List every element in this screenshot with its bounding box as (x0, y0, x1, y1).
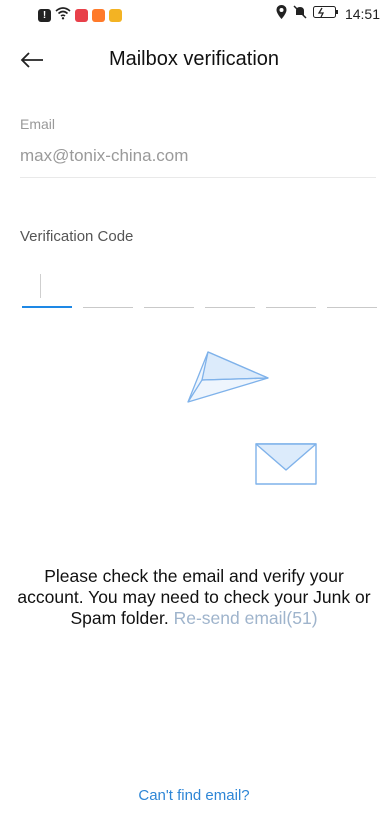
code-digit-3[interactable] (144, 268, 194, 308)
verification-code-label: Verification Code (20, 228, 134, 245)
email-label: Email (20, 116, 56, 132)
location-icon (276, 5, 287, 22)
code-digit-2[interactable] (83, 268, 133, 308)
code-digit-5-underline (266, 307, 316, 308)
resend-email-link[interactable]: Re-send email(51) (174, 608, 318, 628)
status-left-icons: ! (38, 7, 122, 23)
code-digit-4-underline (205, 307, 255, 308)
code-digit-6-underline (327, 307, 377, 308)
code-digit-5[interactable] (266, 268, 316, 308)
cant-find-email-link[interactable]: Can't find email? (0, 787, 388, 804)
status-right-icons: 14:51 (276, 5, 380, 22)
email-value: max@tonix-china.com (20, 146, 189, 165)
verification-message: Please check the email and verify your a… (10, 566, 378, 629)
envelope-icon (255, 443, 317, 485)
email-divider (20, 177, 376, 178)
app-red-icon (75, 8, 88, 22)
app-orange-icon (92, 8, 105, 22)
code-digit-2-underline (83, 307, 133, 308)
code-digit-1-underline (22, 306, 72, 308)
battery-icon (312, 5, 339, 22)
header: Mailbox verification (0, 38, 388, 82)
verification-code-input[interactable] (22, 268, 378, 308)
code-digit-3-underline (144, 307, 194, 308)
wifi-icon (55, 7, 71, 23)
mail-illustration (187, 351, 317, 485)
code-digit-6[interactable] (327, 268, 377, 308)
app-yellow-icon (109, 8, 122, 22)
code-digit-4[interactable] (205, 268, 255, 308)
page-title: Mailbox verification (108, 48, 280, 70)
status-bar: ! 14:51 (0, 0, 388, 28)
mute-icon (293, 5, 307, 22)
code-digit-1[interactable] (22, 268, 72, 308)
alert-icon: ! (38, 8, 51, 22)
paper-plane-icon (187, 351, 269, 403)
text-caret (40, 274, 41, 298)
status-time: 14:51 (344, 5, 380, 22)
